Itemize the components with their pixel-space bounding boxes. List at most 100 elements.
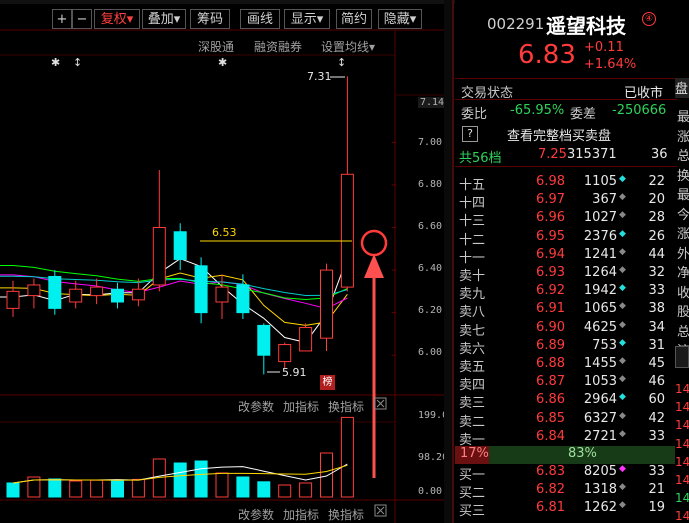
volume-bar [257, 481, 271, 498]
level-dot-icon: ◆ [619, 228, 626, 239]
weibi-value: -65.95% [510, 103, 565, 118]
level-count: 34 [648, 319, 665, 335]
level-label: 十五 [459, 178, 486, 193]
event-marker-arrow[interactable]: ↕ [73, 56, 82, 69]
level-volume: 1027 [583, 210, 617, 226]
edge-label: 最 [677, 188, 689, 203]
event-marker-arrow[interactable]: ↕ [337, 56, 346, 69]
level-label: 卖十 [459, 269, 486, 284]
add-indicator-link[interactable]: 加指标 [283, 398, 319, 415]
edge-label: 涨 [677, 129, 689, 145]
stock-name: 遥望科技 [546, 14, 626, 38]
sell-level-row[interactable]: 卖六 6.89 753 ◆ 31 [459, 338, 669, 357]
candle-body [27, 284, 41, 297]
edit-params-link[interactable]: 改参数 [238, 506, 274, 523]
sell-level-row[interactable]: 十三 6.96 1027 ◆ 28 [459, 210, 669, 229]
level-label: 卖九 [459, 287, 486, 303]
volume-bar [173, 462, 187, 498]
edge-number: 14 [675, 400, 689, 415]
list-badge[interactable]: 榜 [320, 375, 335, 390]
help-icon[interactable]: ? [462, 126, 478, 142]
sell-level-row[interactable]: 卖八 6.91 1065 ◆ 38 [459, 301, 669, 321]
edge-label: 今 [677, 207, 689, 223]
sell-level-row[interactable]: 卖七 6.90 4625 ◆ 34 [459, 319, 669, 339]
edge-label: 最 [677, 110, 689, 125]
level-dot-icon: ◆ [619, 246, 626, 257]
level-price: 6.97 [536, 192, 565, 208]
edit-params-link[interactable]: 改参数 [238, 398, 274, 415]
level-price: 6.96 [536, 210, 565, 226]
buy-level-row[interactable]: 买一 6.83 8205 ◆ 33 [459, 464, 669, 483]
level-label: 十二 [459, 232, 486, 248]
candle-body [6, 290, 20, 309]
candle-body [340, 173, 354, 288]
buy-level-row[interactable]: 买三 6.81 1262 ◆ 19 [459, 500, 669, 519]
event-marker-star[interactable]: ✱ [51, 56, 60, 69]
level-volume: 4625 [583, 319, 617, 335]
level-dot-icon: ◆ [619, 482, 626, 493]
level-volume: 1455 [583, 356, 617, 371]
candle-body [299, 327, 313, 352]
level-count: 46 [648, 374, 665, 390]
level-volume: 6327 [583, 410, 617, 426]
add-indicator-link[interactable]: 加指标 [283, 506, 319, 523]
level-dot-icon: ◆ [619, 265, 626, 275]
sell-level-row[interactable]: 十一 6.94 1241 ◆ 44 [459, 246, 669, 266]
level-volume: 1264 [583, 265, 617, 280]
level-label: 卖二 [459, 414, 486, 430]
level-price: 6.84 [536, 428, 565, 444]
weicha-label: 委差 [570, 107, 597, 122]
level-count: 21 [648, 482, 665, 498]
level-volume: 2964 [583, 392, 617, 408]
level-label: 卖六 [459, 341, 486, 357]
level-count: 20 [648, 192, 665, 208]
full-orderbook-link[interactable]: 查看完整档买卖盘 [507, 125, 611, 144]
edge-number: 14 [675, 454, 689, 469]
sell-level-row[interactable]: 卖四 6.87 1053 ◆ 46 [459, 374, 669, 393]
sell-level-row[interactable]: 十四 6.97 367 ◆ 20 [459, 192, 669, 211]
level-price: 6.91 [536, 301, 565, 317]
event-marker-star[interactable]: ✱ [218, 56, 227, 69]
sell-level-row[interactable]: 十二 6.95 2376 ◆ 26 [459, 228, 669, 248]
tab-partial[interactable]: 盘 [675, 78, 689, 98]
level-price: 6.85 [536, 410, 565, 426]
sell-level-row[interactable]: 卖一 6.84 2721 ◆ 33 [459, 428, 669, 448]
buy-level-row[interactable]: 买二 6.82 1318 ◆ 21 [459, 482, 669, 501]
weicha-value: -250666 [612, 103, 667, 118]
level-count: 32 [648, 265, 665, 280]
level-label: 买一 [459, 468, 486, 483]
sell-level-row[interactable]: 卖十 6.93 1264 ◆ 32 [459, 265, 669, 284]
sell-ratio-label: 83% [568, 446, 597, 461]
y-tick: 6.00 [418, 347, 443, 358]
weibi-label: 委比 [461, 107, 488, 122]
level-count: 45 [648, 356, 665, 371]
y-tick: 6.40 [418, 263, 443, 274]
flag-icon[interactable]: ④ [642, 12, 656, 26]
edge-label: 总 [677, 324, 689, 340]
vol-y-tick: 0.00 [418, 486, 443, 497]
annotation-arrow-head [364, 254, 384, 278]
level-dot-icon: ◆ [619, 428, 626, 439]
switch-indicator-link[interactable]: 换指标 [328, 398, 364, 415]
level-price: 6.93 [536, 265, 565, 280]
level-dot-icon: ◆ [619, 374, 626, 385]
level-volume: 8205 [583, 464, 617, 479]
sell-level-row[interactable]: 卖三 6.86 2964 ◆ 60 [459, 392, 669, 412]
level-count: 42 [648, 410, 665, 426]
sell-level-row[interactable]: 十五 6.98 1105 ◆ 22 [459, 174, 669, 193]
candle-body [278, 344, 292, 363]
candle-body [257, 324, 271, 356]
y-tick-current: 7.14 [418, 97, 447, 108]
partial-tab[interactable] [675, 346, 689, 368]
level-label: 卖三 [459, 396, 486, 412]
switch-indicator-link[interactable]: 换指标 [328, 506, 364, 523]
sell-level-row[interactable]: 卖二 6.85 6327 ◆ 42 [459, 410, 669, 430]
sell-level-row[interactable]: 卖九 6.92 1942 ◆ 33 [459, 283, 669, 303]
candle-body [90, 286, 104, 297]
level-count: 60 [648, 392, 665, 408]
chart-edge-strip [444, 0, 452, 523]
candle-body [48, 275, 62, 309]
sell-level-row[interactable]: 卖五 6.88 1455 ◆ 45 [459, 356, 669, 375]
kline-chart[interactable] [0, 0, 452, 523]
level-label: 卖八 [459, 305, 486, 321]
